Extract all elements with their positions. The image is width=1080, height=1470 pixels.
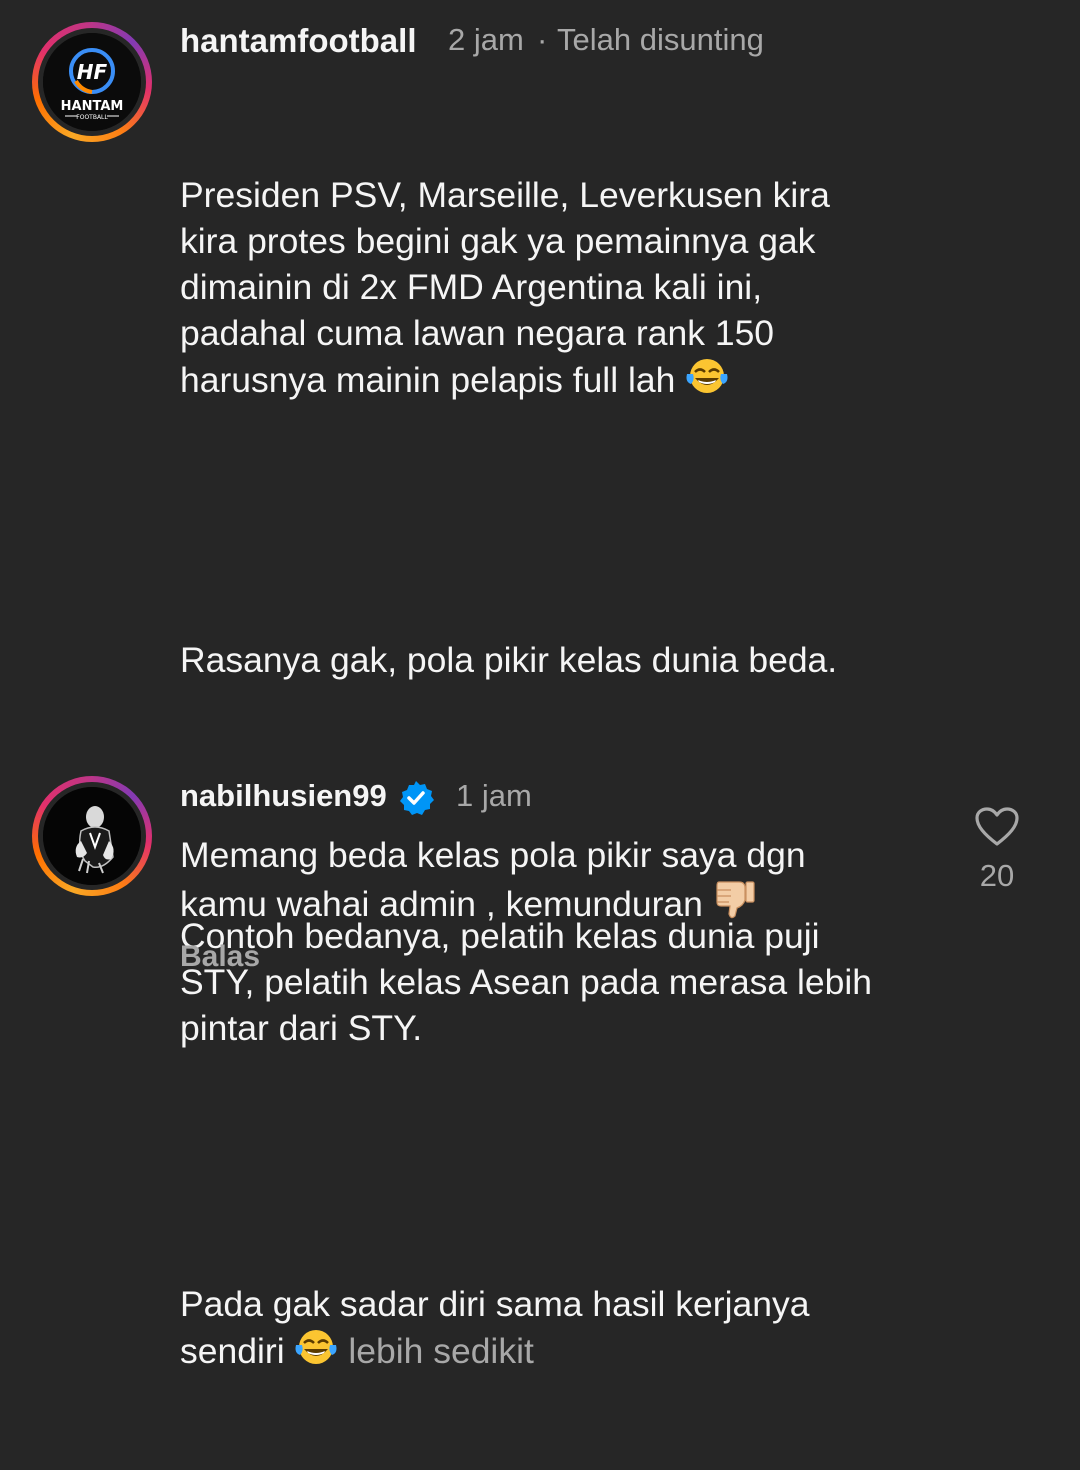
comment-username[interactable]: hantamfootball [180,22,417,60]
comment-hantamfootball: HF HANTAM FOOTBALL hantamfootball 2 jam … [0,0,1080,1371]
comment-time: 2 jam [448,22,524,57]
see-less-link[interactable]: lebih sedikit [348,1331,534,1371]
svg-text:HF: HF [77,60,108,84]
reply-button[interactable]: Balas [180,940,260,974]
verified-badge-icon [397,779,435,822]
comment-username[interactable]: nabilhusien99 [180,778,387,814]
avatar-nabilhusien99[interactable] [32,776,152,896]
like-count: 20 [979,858,1015,893]
avatar-hantamfootball[interactable]: HF HANTAM FOOTBALL [32,22,152,142]
comment-time: 1 jam [456,778,532,813]
meta-separator: · [537,22,548,57]
profile-silhouette-icon [43,787,141,885]
edited-label: Telah disunting [557,22,764,57]
comment-paragraph: Presiden PSV, Marseille, Leverkusen kira… [180,172,980,407]
hantam-football-logo-icon: HF HANTAM FOOTBALL [43,33,141,131]
comment-paragraph: Rasanya gak, pola pikir kelas dunia beda… [180,640,838,680]
like-heart-icon[interactable] [974,806,1020,848]
comment-paragraph: Pada gak sadar diri sama hasil kerjanya … [180,1281,980,1378]
face-with-tears-of-joy-icon [294,1327,338,1378]
svg-text:HANTAM: HANTAM [61,99,124,114]
svg-text:FOOTBALL: FOOTBALL [76,114,108,121]
comment-body: Memang beda kelas pola pikir saya dgn ka… [180,832,950,931]
face-with-tears-of-joy-icon [685,356,729,407]
thumbs-down-icon [713,878,757,931]
